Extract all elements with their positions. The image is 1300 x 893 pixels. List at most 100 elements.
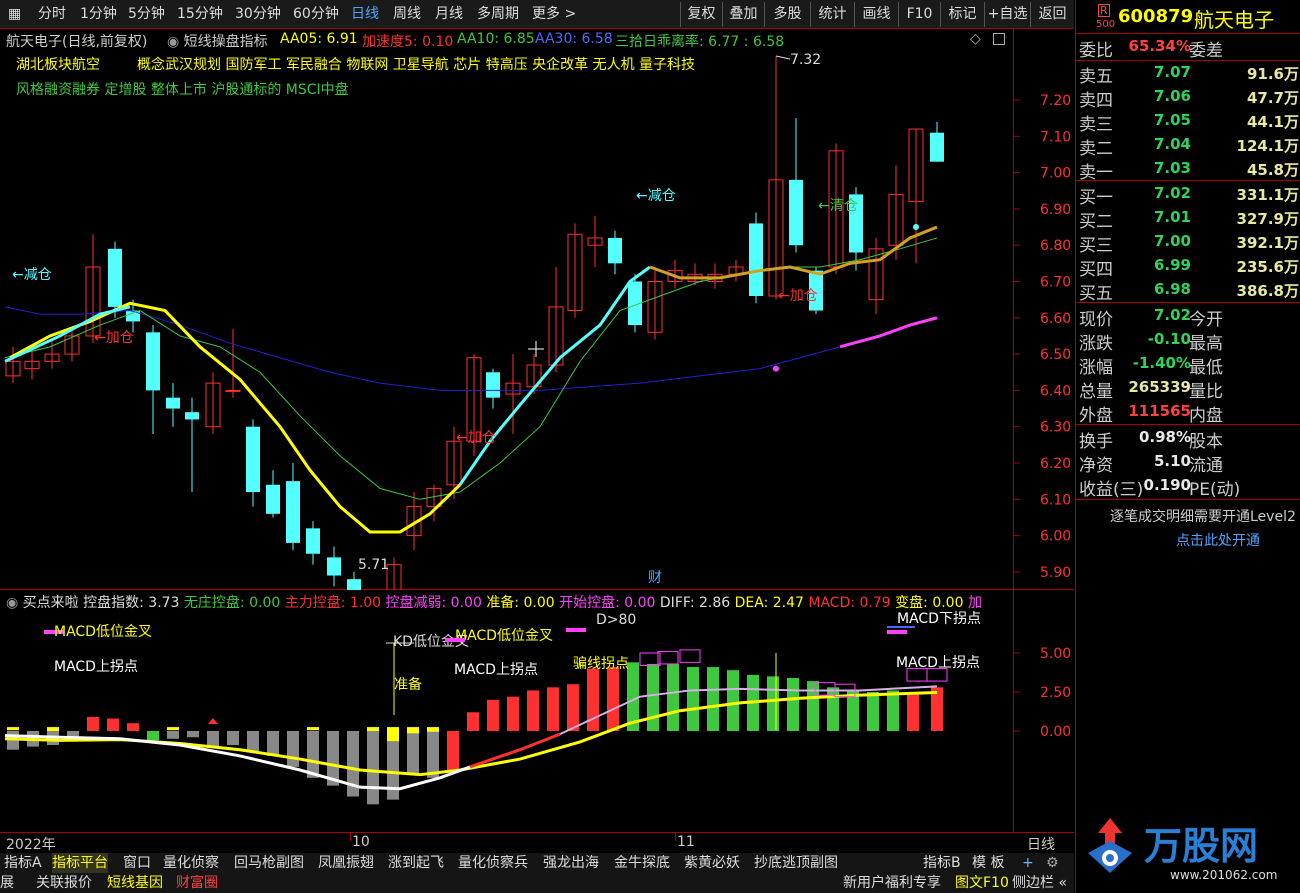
level2-note: 逐笔成交明细需要开通Level2	[1110, 509, 1296, 525]
high-pointer	[775, 55, 791, 60]
macd-bar	[547, 687, 559, 731]
buy-order-row: 买一 7.02 331.1万	[1079, 184, 1299, 208]
add-signal-3: ←加仓	[778, 288, 818, 304]
tab-purple-yellow[interactable]: 紫黄必妖	[684, 853, 740, 873]
up-arrow	[208, 718, 218, 724]
price-label: 7.00	[1040, 166, 1071, 182]
back-button[interactable]: 返回	[1030, 2, 1074, 27]
macd-panel[interactable]: 5.00 2.50 0.00 MACD低位金叉 MACD上拐点 KD低位金叉 准备 MACD低…	[0, 590, 1074, 833]
tab-indicator-a[interactable]: 指标A	[4, 853, 42, 873]
tab-quant-scout[interactable]: 量化侦察	[163, 853, 219, 873]
prepare-bar	[387, 727, 399, 742]
bottom-tabbar: 指标A 指标平台 窗口 量化侦察 回马枪副图 凤凰振翅 涨到起飞 量化侦察兵 强…	[0, 853, 1074, 893]
indicator-dropdown-icon: ◉	[167, 34, 180, 50]
tab-quant-scout-soldier[interactable]: 量化侦察兵	[458, 853, 528, 873]
candle-body-down	[789, 179, 803, 246]
macd-up-3: MACD上拐点	[896, 655, 980, 671]
period-label: 日线	[1027, 837, 1055, 853]
macd-bar	[807, 681, 819, 731]
tab-golden-bull[interactable]: 金牛探底	[614, 853, 670, 873]
quote-panel: R 500 600879 航天电子 委比 65.34% 委差 卖五 7.07 91.…	[1075, 0, 1300, 893]
kline-panel[interactable]: 7.20 7.10 7.00 6.90 6.80 6.70 6.60 6.50 6.40 6.30…	[0, 29, 1074, 590]
tab-indicator-b[interactable]: 指标B	[923, 853, 961, 873]
overlay-button[interactable]: 叠加	[722, 2, 764, 27]
add-watchlist-button[interactable]: +自选	[984, 2, 1030, 27]
prepare-bar	[307, 727, 319, 731]
indicator-selector[interactable]: ◉ 短线操盘指标	[167, 31, 268, 51]
graphic-f10-link[interactable]: 图文F10	[955, 874, 1009, 893]
stat-row: 换手 0.98% 股本	[1079, 428, 1223, 452]
maximize-icon[interactable]	[993, 33, 1005, 45]
macd-chart: 5.002.500.00MACD低位金叉MACD上拐点KD低位金叉准备MACD低…	[4, 611, 1071, 805]
stat-row: 总量 265339 量比	[1079, 378, 1223, 402]
tab-daily[interactable]: 日线	[351, 4, 379, 25]
macd-bar	[247, 731, 259, 752]
stat-row: 涨幅 -1.40% 最低	[1079, 354, 1223, 378]
macd-bar	[487, 699, 499, 731]
price-label: 5.90	[1040, 565, 1071, 581]
macd-bar	[407, 731, 419, 775]
candle-body-down	[266, 484, 280, 514]
short-gene-tab[interactable]: 短线基因	[107, 874, 163, 893]
tab-indicator-platform[interactable]: 指标平台	[52, 853, 108, 873]
candle-body-down	[347, 579, 361, 590]
related-quote-tab[interactable]: 关联报价	[36, 874, 92, 893]
multi-stock-button[interactable]: 多股	[764, 2, 810, 27]
add-tab-icon[interactable]: +	[1022, 853, 1034, 873]
candle-body-down	[327, 557, 341, 576]
sell-order-row: 卖四 7.06 47.7万	[1079, 87, 1299, 111]
tab-phoenix[interactable]: 凤凰振翅	[318, 853, 374, 873]
tab-more[interactable]: 更多 >	[532, 4, 576, 25]
macd-low-cross-marker-2	[445, 638, 465, 642]
settings-icon[interactable]: ⚙	[1046, 853, 1059, 873]
macd-down-label: MACD下拐点	[897, 611, 981, 627]
tab-dragon[interactable]: 强龙出海	[543, 853, 599, 873]
wealth-circle-tab[interactable]: 财富圈	[176, 874, 218, 893]
tab-window[interactable]: 窗口	[123, 853, 151, 873]
macd-bar	[227, 731, 239, 746]
price-label: 7.10	[1040, 129, 1071, 145]
tab-monthly[interactable]: 月线	[435, 4, 463, 25]
level2-link[interactable]: 点击此处开通	[1176, 530, 1260, 550]
macd-axis-label: 2.50	[1040, 685, 1071, 701]
stock-title: 航天电子(日线,前复权)	[6, 34, 148, 50]
lower-indicator-header[interactable]: ◉ 买点来啦 控盘指数: 3.73 无庄控盘: 0.00 主力控盘: 1.00 …	[6, 592, 982, 612]
new-user-welfare-link[interactable]: 新用户福利专享	[843, 874, 941, 893]
kline-chart: 7.20 7.10 7.00 6.90 6.80 6.70 6.60 6.50 6.40 6.30…	[4, 52, 1071, 590]
lower-dropdown-icon: ◉	[6, 595, 19, 611]
tab-1min[interactable]: 1分钟	[80, 4, 117, 25]
trick-line-label: 骗线拐点	[573, 656, 629, 672]
tab-30min[interactable]: 30分钟	[235, 4, 281, 25]
macd-low-cross-1: MACD低位金叉	[54, 624, 152, 640]
candle-body-down	[146, 332, 160, 391]
r-badge: R	[1098, 4, 1110, 17]
fuquan-button[interactable]: 复权	[680, 2, 722, 27]
candle-body-down	[185, 412, 199, 420]
tab-takeoff[interactable]: 涨到起飞	[388, 853, 444, 873]
tab-timeshare[interactable]: 分时	[38, 4, 66, 25]
tab-multi-period[interactable]: 多周期	[477, 4, 519, 25]
tab-fenshi[interactable]: ▦	[8, 4, 21, 25]
stats-button[interactable]: 统计	[810, 2, 854, 27]
diamond-icon[interactable]: ◇	[970, 31, 981, 47]
d80-label: D>80	[596, 612, 636, 628]
tab-bottom-top[interactable]: 抄底逃顶副图	[754, 853, 838, 873]
macd-up-1: MACD上拐点	[54, 659, 138, 675]
tab-template[interactable]: 模 板	[972, 853, 1004, 873]
expand-button[interactable]: 展	[0, 874, 14, 893]
tab-15min[interactable]: 15分钟	[177, 4, 223, 25]
reduce-signal-1: ←减仓	[12, 267, 52, 283]
tab-weekly[interactable]: 周线	[393, 4, 421, 25]
tab-5min[interactable]: 5分钟	[128, 4, 165, 25]
aa05-value: AA05: 6.91	[280, 31, 358, 47]
mark-button[interactable]: 标记	[940, 2, 984, 27]
f10-button[interactable]: F10	[898, 2, 940, 27]
tab-huimaqiang[interactable]: 回马枪副图	[234, 853, 304, 873]
tab-60min[interactable]: 60分钟	[293, 4, 339, 25]
sidebar-toggle[interactable]: 侧边栏 «	[1012, 874, 1067, 893]
macd-bar	[167, 731, 179, 739]
draw-line-button[interactable]: 画线	[854, 2, 898, 27]
aa30-dot	[773, 365, 779, 372]
date-year: 2022年	[6, 837, 56, 853]
deviation-value: 三拾日乖离率: 6.77 : 6.58	[615, 34, 785, 50]
